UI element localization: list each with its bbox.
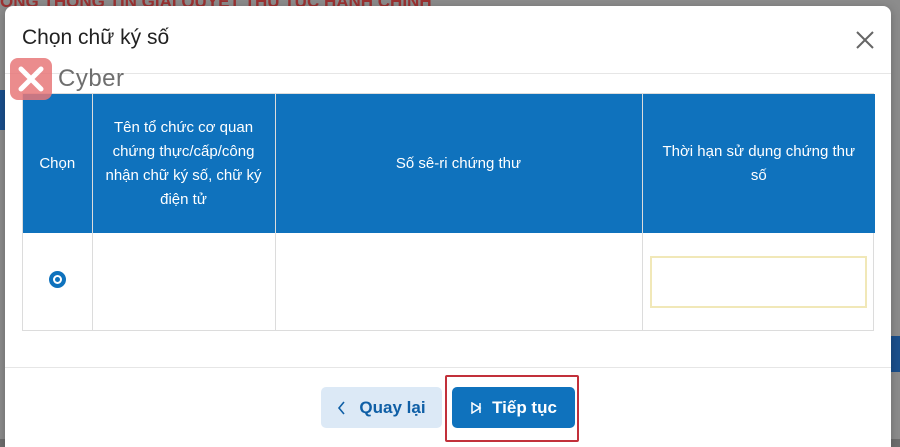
back-button[interactable]: Quay lại	[321, 387, 442, 428]
expiry-cell	[642, 233, 875, 331]
organization-cell	[92, 233, 276, 331]
dialog-footer: Quay lại Tiếp tục	[5, 367, 891, 447]
cyber-logo: Cyber	[10, 58, 125, 100]
background-accent-right	[890, 336, 900, 372]
continue-button[interactable]: Tiếp tục	[452, 387, 575, 428]
play-outline-icon	[470, 401, 482, 414]
logo-text: Cyber	[58, 65, 125, 92]
column-header-select: Chọn	[23, 94, 93, 233]
table-row[interactable]	[23, 233, 875, 331]
continue-button-label: Tiếp tục	[492, 397, 557, 417]
table-header-row: Chọn Tên tổ chức cơ quan chứng thực/cấp/…	[23, 94, 875, 233]
select-cell	[23, 233, 93, 331]
dialog-title: Chọn chữ ký số	[22, 26, 170, 49]
certificate-table: Chọn Tên tổ chức cơ quan chứng thực/cấp/…	[22, 93, 875, 331]
column-header-expiry: Thời hạn sử dụng chứng thư số	[642, 94, 875, 233]
certificate-radio[interactable]	[48, 271, 66, 288]
select-signature-dialog: Chọn chữ ký số Chọn Tên tổ chức cơ quan …	[5, 6, 891, 447]
back-button-label: Quay lại	[359, 397, 426, 417]
column-header-serial: Số sê-ri chứng thư	[275, 94, 643, 233]
expiry-field[interactable]	[650, 256, 868, 308]
chevron-left-icon	[337, 400, 347, 416]
column-header-organization: Tên tổ chức cơ quan chứng thực/cấp/công …	[92, 94, 276, 233]
close-icon[interactable]	[853, 28, 877, 52]
x-logo-icon	[10, 58, 52, 100]
dialog-header: Chọn chữ ký số	[5, 6, 891, 74]
serial-cell	[275, 233, 643, 331]
